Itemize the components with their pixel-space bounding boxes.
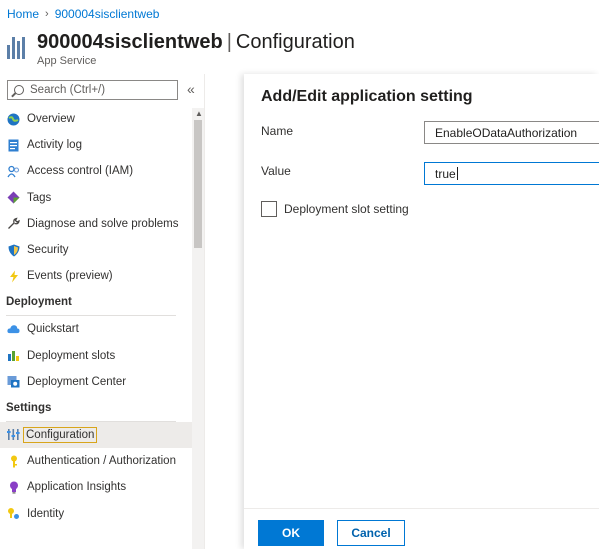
app-service-icon [7, 37, 25, 59]
nav-item-label: Deployment Center [27, 375, 127, 388]
nav-item-tags[interactable]: Tags [0, 185, 192, 211]
search-icon [14, 85, 24, 95]
nav-item-label: Tags [27, 191, 52, 204]
nav-item-diagnose[interactable]: Diagnose and solve problems [0, 211, 192, 237]
title-separator: | [226, 31, 232, 53]
page-header: 900004sisclientweb | Configuration App Ser… [7, 31, 355, 67]
cloud-icon [7, 323, 20, 336]
collapse-menu-button[interactable]: « [187, 81, 195, 97]
breadcrumb-home[interactable]: Home [7, 7, 39, 21]
configuration-main-content [204, 74, 244, 549]
key-icon [7, 455, 20, 468]
tag-icon [7, 191, 20, 204]
name-field[interactable]: EnableODataAuthorization [424, 121, 599, 144]
value-label: Value [261, 164, 291, 178]
nav-item-authentication[interactable]: Authentication / Authorization [0, 448, 192, 474]
resource-name: 900004sisclientweb [37, 31, 223, 53]
configuration-icon [7, 428, 20, 441]
nav-section-deployment: Deployment [6, 296, 72, 309]
value-field-value: true [435, 166, 456, 181]
cancel-button[interactable]: Cancel [337, 520, 405, 546]
nav-item-application-insights[interactable]: Application Insights [0, 474, 192, 500]
blade-title: Configuration [235, 31, 355, 53]
search-input[interactable]: Search (Ctrl+/) [7, 80, 178, 100]
nav-item-label: Identity [27, 507, 65, 520]
nav-item-label: Quickstart [27, 323, 79, 336]
panel-title: Add/Edit application setting [261, 88, 473, 105]
deployment-slot-checkbox[interactable] [261, 201, 277, 217]
slots-icon [7, 349, 20, 362]
nav-item-label: Application Insights [27, 481, 127, 494]
ok-button[interactable]: OK [258, 520, 324, 546]
nav-item-events[interactable]: Events (preview) [0, 263, 192, 289]
globe-icon [7, 113, 20, 126]
lightbulb-icon [7, 481, 20, 494]
nav-item-label: Access control (IAM) [27, 165, 134, 178]
nav-section-settings: Settings [6, 401, 52, 414]
edit-setting-panel: Add/Edit application setting Name Enable… [244, 74, 599, 549]
page-title: 900004sisclientweb | Configuration [37, 31, 355, 53]
text-cursor [456, 167, 458, 180]
search-placeholder: Search (Ctrl+/) [30, 84, 106, 96]
page-subtitle: App Service [37, 55, 97, 67]
nav-item-activity-log[interactable]: Activity log [0, 132, 192, 158]
value-field[interactable]: true [424, 162, 599, 185]
nav-item-label: Diagnose and solve problems [27, 217, 179, 230]
nav-item-label: Overview [27, 113, 75, 126]
caret-up-icon[interactable]: ▲ [195, 109, 203, 118]
lightning-icon [7, 270, 20, 283]
nav-item-deployment-slots[interactable]: Deployment slots [0, 343, 192, 369]
people-icon [7, 165, 20, 178]
nav-item-label: Authentication / Authorization [27, 455, 176, 468]
deployment-center-icon [7, 375, 20, 388]
nav-item-label: Activity log [27, 139, 82, 152]
nav-item-label: Configuration [22, 426, 98, 443]
wrench-icon [7, 217, 20, 230]
deployment-slot-checkbox-row[interactable]: Deployment slot setting [261, 201, 409, 217]
nav-item-label: Security [27, 244, 69, 257]
nav-item-security[interactable]: Security [0, 237, 192, 263]
activity-log-icon [7, 139, 20, 152]
nav-item-quickstart[interactable]: Quickstart [0, 316, 192, 342]
shield-icon [7, 244, 20, 257]
nav-item-label: Events (preview) [27, 270, 113, 283]
nav-item-overview[interactable]: Overview [0, 106, 192, 132]
breadcrumb-resource[interactable]: 900004sisclientweb [55, 7, 160, 21]
resource-menu: Overview Activity log Access control (IA… [0, 106, 192, 527]
nav-item-configuration[interactable]: Configuration [0, 421, 192, 449]
nav-item-access-control[interactable]: Access control (IAM) [0, 158, 192, 184]
identity-icon [7, 507, 20, 520]
name-label: Name [261, 124, 294, 138]
nav-item-deployment-center[interactable]: Deployment Center [0, 369, 192, 395]
scrollbar-thumb[interactable] [194, 120, 202, 248]
breadcrumb: Home › 900004sisclientweb [7, 7, 159, 21]
name-field-value: EnableODataAuthorization [435, 125, 578, 140]
nav-item-identity[interactable]: Identity [0, 500, 192, 526]
deployment-slot-label: Deployment slot setting [284, 202, 409, 216]
chevron-right-icon: › [45, 8, 49, 20]
nav-item-label: Deployment slots [27, 349, 116, 362]
